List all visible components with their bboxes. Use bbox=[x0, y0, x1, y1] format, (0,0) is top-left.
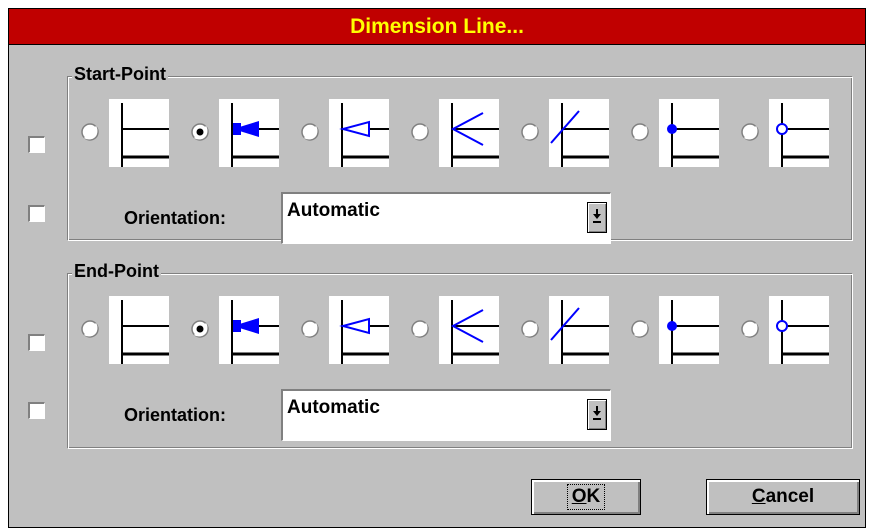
ok-label-rest: K bbox=[586, 486, 601, 507]
start-point-style-checkbox[interactable] bbox=[28, 136, 45, 153]
end-point-style-radio-4[interactable] bbox=[411, 320, 429, 338]
start-point-orientation-checkbox[interactable] bbox=[28, 205, 45, 222]
end-point-style-radio-7[interactable] bbox=[741, 320, 759, 338]
start-point-style-radio-3[interactable] bbox=[301, 123, 319, 141]
ok-button[interactable]: OK bbox=[531, 479, 641, 515]
open-circle-icon[interactable] bbox=[769, 99, 829, 167]
end-point-style-radio-5[interactable] bbox=[521, 320, 539, 338]
open-arrow-icon[interactable] bbox=[439, 296, 499, 364]
start-point-style-radio-6[interactable] bbox=[631, 123, 649, 141]
cancel-mnemonic: C bbox=[751, 486, 766, 507]
start-point-style-radio-5[interactable] bbox=[521, 123, 539, 141]
open-triangle-arrow-icon[interactable] bbox=[329, 296, 389, 364]
start-point-style-radio-2[interactable] bbox=[191, 123, 209, 141]
slash-tick-icon[interactable] bbox=[549, 296, 609, 364]
end-point-style-checkbox[interactable] bbox=[28, 334, 45, 351]
plain-line-icon[interactable] bbox=[109, 296, 169, 364]
filled-arrow-icon[interactable] bbox=[219, 296, 279, 364]
start-orientation-label: Orientation: bbox=[124, 208, 226, 228]
filled-arrow-icon[interactable] bbox=[219, 99, 279, 167]
dropdown-arrow-icon bbox=[593, 209, 601, 223]
end-point-style-radio-3[interactable] bbox=[301, 320, 319, 338]
start-point-style-radio-4[interactable] bbox=[411, 123, 429, 141]
end-point-style-radio-6[interactable] bbox=[631, 320, 649, 338]
end-point-style-radio-1[interactable] bbox=[81, 320, 99, 338]
ok-mnemonic: O bbox=[571, 486, 587, 507]
start-point-label: Start-Point bbox=[72, 63, 168, 85]
end-point-label: End-Point bbox=[72, 260, 161, 282]
ok-button-focus: OK bbox=[566, 484, 606, 510]
open-triangle-arrow-icon[interactable] bbox=[329, 99, 389, 167]
start-orientation-select[interactable]: Automatic bbox=[281, 192, 611, 244]
open-arrow-icon[interactable] bbox=[439, 99, 499, 167]
cancel-button[interactable]: Cancel bbox=[706, 479, 860, 515]
end-orientation-select[interactable]: Automatic bbox=[281, 389, 611, 441]
dimension-line-dialog: Dimension Line... Start-Point Orientatio… bbox=[8, 8, 866, 528]
dialog-title: Dimension Line... bbox=[9, 9, 865, 45]
start-orientation-dropdown-button[interactable] bbox=[587, 202, 607, 233]
filled-dot-icon[interactable] bbox=[659, 296, 719, 364]
start-point-group: Start-Point Orientation: Automatic bbox=[67, 63, 853, 244]
end-point-group: End-Point Orientation: Automatic bbox=[67, 260, 853, 449]
end-orientation-label: Orientation: bbox=[124, 405, 226, 425]
dropdown-arrow-icon bbox=[593, 406, 601, 420]
end-point-style-radio-2[interactable] bbox=[191, 320, 209, 338]
plain-line-icon[interactable] bbox=[109, 99, 169, 167]
end-orientation-value: Automatic bbox=[287, 397, 380, 418]
slash-tick-icon[interactable] bbox=[549, 99, 609, 167]
filled-dot-icon[interactable] bbox=[659, 99, 719, 167]
start-orientation-value: Automatic bbox=[287, 200, 380, 221]
open-circle-icon[interactable] bbox=[769, 296, 829, 364]
cancel-label-rest: ancel bbox=[765, 486, 815, 507]
end-orientation-dropdown-button[interactable] bbox=[587, 399, 607, 430]
end-point-orientation-checkbox[interactable] bbox=[28, 402, 45, 419]
start-point-style-radio-1[interactable] bbox=[81, 123, 99, 141]
start-point-style-radio-7[interactable] bbox=[741, 123, 759, 141]
